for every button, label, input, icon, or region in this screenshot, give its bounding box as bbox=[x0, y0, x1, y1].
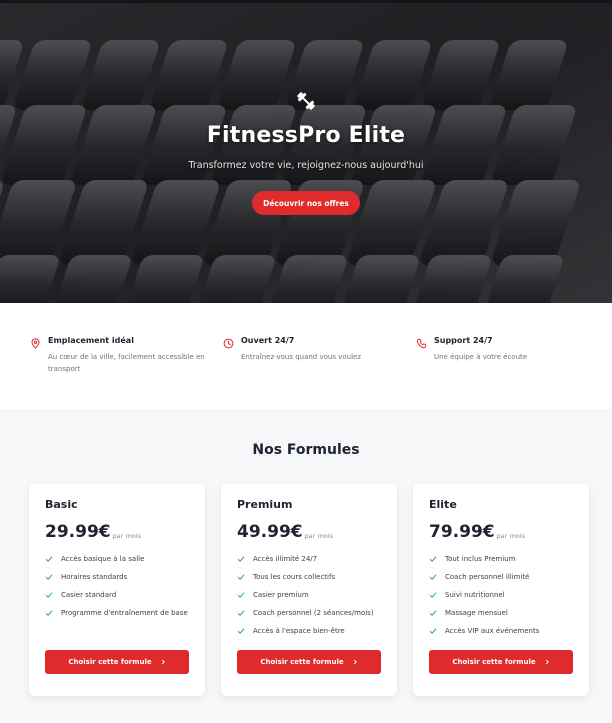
list-item: Programme d'entraînement de base bbox=[45, 607, 189, 619]
plan-price: 79.99€ bbox=[429, 522, 495, 542]
feature-text: Casier standard bbox=[61, 591, 117, 599]
chevron-right-icon bbox=[161, 659, 165, 665]
feature-title: Ouvert 24/7 bbox=[241, 336, 295, 345]
price-row: 49.99€ par mois bbox=[237, 523, 381, 542]
list-item: Casier premium bbox=[237, 589, 381, 601]
check-icon bbox=[237, 628, 245, 634]
check-icon bbox=[45, 556, 53, 562]
plan-name: Basic bbox=[45, 498, 78, 511]
plans-cards: Basic 29.99€ par mois Accès basique à la… bbox=[29, 484, 589, 696]
feature-text: Horaires standards bbox=[61, 573, 128, 581]
location-pin-icon bbox=[31, 338, 40, 349]
plan-card-elite: Elite 79.99€ par mois Tout inclus Premiu… bbox=[413, 484, 589, 696]
check-icon bbox=[429, 610, 437, 616]
list-item: Accès à l'espace bien-être bbox=[237, 625, 381, 637]
feature-text: Accès à l'espace bien-être bbox=[253, 627, 345, 635]
list-item: Accès VIP aux événements bbox=[429, 625, 573, 637]
feature-text: Accès basique à la salle bbox=[61, 555, 145, 563]
feature-text: Accès VIP aux événements bbox=[445, 627, 540, 635]
list-item: Coach personnel (2 séances/mois) bbox=[237, 607, 381, 619]
features-section: Emplacement idéal Au cœur de la ville, f… bbox=[0, 303, 612, 409]
dumbbell-icon bbox=[297, 92, 315, 110]
list-item: Horaires standards bbox=[45, 571, 189, 583]
plan-name: Premium bbox=[237, 498, 293, 511]
check-icon bbox=[429, 592, 437, 598]
feature-description: Entraînez-vous quand vous voulez bbox=[241, 353, 362, 361]
plan-feature-list: Tout inclus Premium Coach personnel illi… bbox=[429, 553, 573, 637]
hero-title: FitnessPro Elite bbox=[206, 123, 406, 148]
list-item: Suivi nutritionnel bbox=[429, 589, 573, 601]
feature-location: Emplacement idéal Au cœur de la ville, f… bbox=[30, 336, 223, 409]
list-item: Accès illimité 24/7 bbox=[237, 553, 381, 565]
list-item: Massage mensuel bbox=[429, 607, 573, 619]
list-item: Coach personnel illimité bbox=[429, 571, 573, 583]
check-icon bbox=[429, 628, 437, 634]
check-icon bbox=[429, 556, 437, 562]
list-item: Tout inclus Premium bbox=[429, 553, 573, 565]
plan-name: Elite bbox=[429, 498, 457, 511]
choose-plan-button-basic[interactable]: Choisir cette formule bbox=[45, 650, 189, 674]
feature-text: Massage mensuel bbox=[445, 609, 508, 617]
feature-text: Coach personnel (2 séances/mois) bbox=[253, 609, 374, 617]
feature-text: Programme d'entraînement de base bbox=[61, 609, 188, 617]
plan-card-premium: Premium 49.99€ par mois Accès illimité 2… bbox=[221, 484, 397, 696]
feature-text: Tout inclus Premium bbox=[445, 555, 516, 563]
chevron-right-icon bbox=[545, 659, 549, 665]
phone-icon bbox=[416, 338, 427, 349]
plan-price: 49.99€ bbox=[237, 522, 303, 542]
price-row: 79.99€ par mois bbox=[429, 523, 573, 542]
feature-title: Support 24/7 bbox=[434, 336, 493, 345]
feature-text: Casier premium bbox=[253, 591, 309, 599]
check-icon bbox=[45, 574, 53, 580]
hero-section: FitnessPro Elite Transformez votre vie, … bbox=[0, 0, 612, 303]
feature-description: Une équipe à votre écoute bbox=[434, 353, 528, 361]
plan-price: 29.99€ bbox=[45, 522, 111, 542]
choose-plan-button-premium[interactable]: Choisir cette formule bbox=[237, 650, 381, 674]
list-item: Tous les cours collectifs bbox=[237, 571, 381, 583]
feature-text: Accès illimité 24/7 bbox=[253, 555, 318, 563]
plan-feature-list: Accès illimité 24/7 Tous les cours colle… bbox=[237, 553, 381, 637]
feature-title: Emplacement idéal bbox=[48, 336, 134, 345]
check-icon bbox=[237, 574, 245, 580]
plans-title: Nos Formules bbox=[252, 442, 360, 458]
list-item: Accès basique à la salle bbox=[45, 553, 189, 565]
feature-text: Suivi nutritionnel bbox=[445, 591, 505, 599]
feature-text: Tous les cours collectifs bbox=[253, 573, 336, 581]
price-period: par mois bbox=[304, 532, 333, 540]
check-icon bbox=[45, 610, 53, 616]
check-icon bbox=[429, 574, 437, 580]
price-period: par mois bbox=[496, 532, 525, 540]
button-label: Choisir cette formule bbox=[260, 658, 344, 666]
check-icon bbox=[237, 592, 245, 598]
chevron-right-icon bbox=[353, 659, 357, 665]
price-period: par mois bbox=[112, 532, 141, 540]
price-row: 29.99€ par mois bbox=[45, 523, 189, 542]
feature-hours: Ouvert 24/7 Entraînez-vous quand vous vo… bbox=[223, 336, 416, 409]
feature-description: Au cœur de la ville, facilement accessib… bbox=[48, 353, 205, 373]
list-item: Casier standard bbox=[45, 589, 189, 601]
button-label: Choisir cette formule bbox=[68, 658, 152, 666]
plan-feature-list: Accès basique à la salle Horaires standa… bbox=[45, 553, 189, 619]
check-icon bbox=[237, 556, 245, 562]
check-icon bbox=[45, 592, 53, 598]
choose-plan-button-elite[interactable]: Choisir cette formule bbox=[429, 650, 573, 674]
discover-offers-button[interactable]: Découvrir nos offres bbox=[252, 191, 360, 215]
hero-content: FitnessPro Elite Transformez votre vie, … bbox=[0, 0, 612, 303]
plans-section: Nos Formules Basic 29.99€ par mois Accès… bbox=[0, 409, 612, 723]
clock-icon bbox=[223, 338, 234, 349]
feature-text: Coach personnel illimité bbox=[445, 573, 530, 581]
hero-subtitle: Transformez votre vie, rejoignez-nous au… bbox=[188, 160, 424, 171]
feature-support: Support 24/7 Une équipe à votre écoute bbox=[416, 336, 609, 409]
plan-card-basic: Basic 29.99€ par mois Accès basique à la… bbox=[29, 484, 205, 696]
button-label: Choisir cette formule bbox=[452, 658, 536, 666]
check-icon bbox=[237, 610, 245, 616]
